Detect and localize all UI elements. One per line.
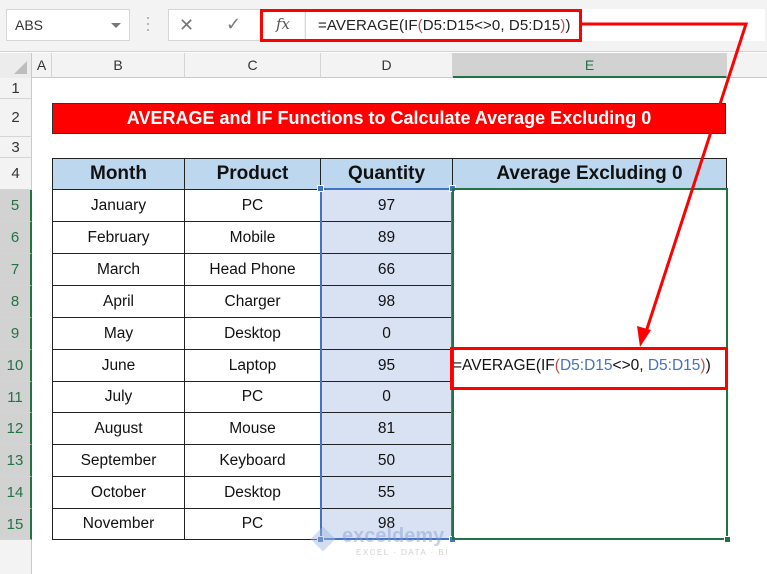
cell-e10-formula[interactable]: =AVERAGE(IF(D5:D15<>0, D5:D15)) <box>453 357 711 375</box>
quantity-cell[interactable]: 50 <box>321 445 453 477</box>
formula-ref: D5:D15 <box>647 357 701 374</box>
drag-handle-icon[interactable] <box>147 17 150 35</box>
row-header-9[interactable]: 9 <box>0 318 32 350</box>
product-cell[interactable]: Desktop <box>185 477 321 509</box>
month-cell[interactable]: November <box>52 509 185 540</box>
row-header-7[interactable]: 7 <box>0 254 32 286</box>
product-cell[interactable]: Charger <box>185 286 321 318</box>
title-banner: AVERAGE and IF Functions to Calculate Av… <box>52 103 726 134</box>
month-cell[interactable]: August <box>52 413 185 445</box>
formula-fn: =AVERAGE(IF <box>453 357 555 374</box>
product-cell[interactable]: Mobile <box>185 222 321 254</box>
product-cell[interactable]: Mouse <box>185 413 321 445</box>
product-cell[interactable]: PC <box>185 382 321 413</box>
arrow-head-icon <box>637 326 651 347</box>
row-header-15[interactable]: 15 <box>0 509 32 540</box>
month-cell[interactable]: February <box>52 222 185 254</box>
row-header-3[interactable]: 3 <box>0 137 32 158</box>
month-cell[interactable]: June <box>52 350 185 382</box>
select-all-button[interactable] <box>0 53 32 78</box>
column-header-a[interactable]: A <box>32 53 52 78</box>
check-icon[interactable]: ✓ <box>226 14 241 35</box>
select-all-icon <box>14 61 27 74</box>
row-header-13[interactable]: 13 <box>0 445 32 477</box>
quantity-cell[interactable]: 81 <box>321 413 453 445</box>
name-box[interactable]: ABS <box>6 9 130 41</box>
column-header-e[interactable]: E <box>453 53 727 78</box>
quantity-cell[interactable]: 0 <box>321 382 453 413</box>
row-header-4[interactable]: 4 <box>0 158 32 190</box>
product-cell[interactable]: Laptop <box>185 350 321 382</box>
quantity-cell[interactable]: 89 <box>321 222 453 254</box>
quantity-cell[interactable]: 95 <box>321 350 453 382</box>
quantity-cell[interactable]: 98 <box>321 509 453 540</box>
row-header-10[interactable]: 10 <box>0 350 32 382</box>
formula-highlight-box <box>260 9 582 42</box>
cancel-icon[interactable]: ✕ <box>179 15 194 36</box>
month-cell[interactable]: May <box>52 318 185 350</box>
row-header-filler <box>0 540 32 574</box>
formula-actions: ✕ ✓ <box>168 9 264 41</box>
watermark-tagline: EXCEL · DATA · BI <box>356 548 449 557</box>
formula-paren: ) <box>705 357 711 374</box>
table-header-product[interactable]: Product <box>185 158 321 190</box>
chevron-down-icon[interactable] <box>111 23 121 28</box>
table-header-month[interactable]: Month <box>52 158 185 190</box>
month-cell[interactable]: January <box>52 190 185 222</box>
product-cell[interactable]: PC <box>185 509 321 540</box>
month-cell[interactable]: July <box>52 382 185 413</box>
formula-ref: D5:D15 <box>559 357 613 374</box>
name-box-value: ABS <box>15 17 44 33</box>
month-cell[interactable]: October <box>52 477 185 509</box>
quantity-cell[interactable]: 98 <box>321 286 453 318</box>
row-header-8[interactable]: 8 <box>0 286 32 318</box>
column-header-c[interactable]: C <box>185 53 321 78</box>
row-header-11[interactable]: 11 <box>0 382 32 413</box>
row-header-6[interactable]: 6 <box>0 222 32 254</box>
product-cell[interactable]: Keyboard <box>185 445 321 477</box>
row-header-1[interactable]: 1 <box>0 78 32 99</box>
row-header-14[interactable]: 14 <box>0 477 32 509</box>
row-header-5[interactable]: 5 <box>0 190 32 222</box>
month-cell[interactable]: September <box>52 445 185 477</box>
quantity-cell[interactable]: 97 <box>321 190 453 222</box>
fill-handle[interactable] <box>724 536 731 543</box>
column-header-b[interactable]: B <box>52 53 185 78</box>
row-header-12[interactable]: 12 <box>0 413 32 445</box>
product-cell[interactable]: Head Phone <box>185 254 321 286</box>
row-header-2[interactable]: 2 <box>0 99 32 137</box>
quantity-cell[interactable]: 0 <box>321 318 453 350</box>
product-cell[interactable]: PC <box>185 190 321 222</box>
formula-criteria: <>0, <box>612 357 648 374</box>
column-header-d[interactable]: D <box>321 53 453 78</box>
product-cell[interactable]: Desktop <box>185 318 321 350</box>
month-cell[interactable]: April <box>52 286 185 318</box>
table-header-average[interactable]: Average Excluding 0 <box>453 158 727 190</box>
month-cell[interactable]: March <box>52 254 185 286</box>
quantity-cell[interactable]: 55 <box>321 477 453 509</box>
table-header-quantity[interactable]: Quantity <box>321 158 453 190</box>
quantity-cell[interactable]: 66 <box>321 254 453 286</box>
